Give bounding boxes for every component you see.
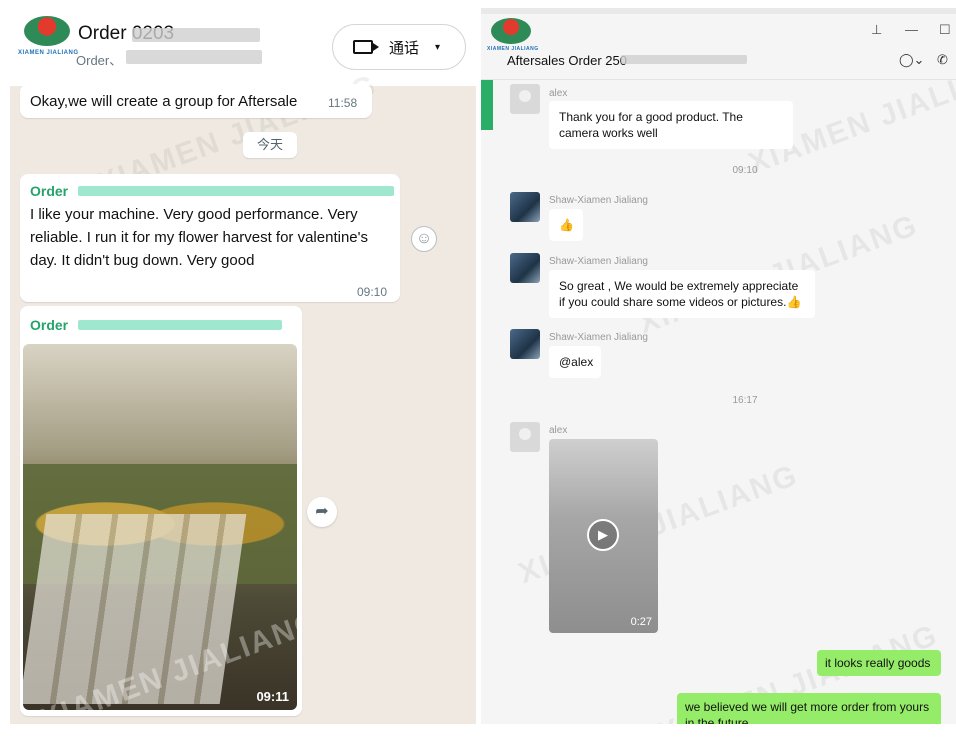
sender-name: Shaw-Xiamen Jialiang <box>549 256 648 267</box>
date-chip: 今天 <box>243 132 297 158</box>
avatar[interactable] <box>510 192 540 222</box>
chat-header: XIAMEN JIALIANG Order 0203 Order、 通话 ▾ <box>10 8 476 86</box>
chat-title-prefix: Order <box>78 23 127 44</box>
whatsapp-chat-panel: XIAMEN JIALIANG Order 0203 Order、 通话 ▾ X… <box>10 8 476 724</box>
my-message-bubble[interactable]: it looks really goods <box>817 650 941 676</box>
play-icon[interactable]: ▶ <box>587 519 619 551</box>
time-divider: 09:10 <box>732 165 758 176</box>
company-logo-text: XIAMEN JIALIANG <box>18 50 79 56</box>
sender-name: Shaw-Xiamen Jialiang <box>549 195 648 206</box>
company-logo <box>491 18 531 44</box>
sender-name: alex <box>549 425 568 436</box>
message-bubble[interactable]: Thank you for a good product. The camera… <box>549 101 793 149</box>
avatar[interactable] <box>510 422 540 452</box>
time-divider: 16:17 <box>732 395 758 406</box>
call-button-label: 通话 <box>389 39 420 57</box>
sender-name: alex <box>549 88 568 99</box>
call-button[interactable]: 通话 ▾ <box>332 24 466 70</box>
company-logo <box>24 16 70 46</box>
photo-time: 09:11 <box>256 689 289 704</box>
chat-options-icon[interactable]: ◯⌄ <box>899 52 924 68</box>
redacted-subtitle <box>126 50 262 64</box>
forward-icon[interactable]: ➦ <box>307 497 337 527</box>
sender-name: Shaw-Xiamen Jialiang <box>549 332 648 343</box>
video-message[interactable]: ▶ 0:27 <box>549 439 658 633</box>
message-bubble[interactable]: So great , We would be extremely appreci… <box>549 270 815 318</box>
redacted-sender <box>78 186 394 196</box>
wechat-chat-panel: XIAMEN JIALIANG Aftersales Order 250 ⊥ —… <box>481 8 956 724</box>
chevron-down-icon: ▾ <box>435 41 441 53</box>
avatar[interactable] <box>510 329 540 359</box>
message-time: 09:10 <box>357 285 388 299</box>
chat-header: XIAMEN JIALIANG Aftersales Order 250 ⊥ —… <box>481 8 956 80</box>
my-message-bubble[interactable]: we believed we will get more order from … <box>677 693 941 724</box>
avatar[interactable] <box>510 253 540 283</box>
message-sender: Order <box>30 183 69 199</box>
message-text: I like your machine. Very good performan… <box>30 206 368 269</box>
redacted-title <box>621 55 747 64</box>
minimize-icon[interactable]: — <box>905 22 918 37</box>
maximize-icon[interactable]: ☐ <box>939 22 951 38</box>
redacted-title <box>132 28 260 42</box>
emoji-reaction-icon[interactable]: ☺ <box>411 226 437 252</box>
redacted-sender <box>78 320 282 330</box>
message-time: 11:58 <box>328 96 358 110</box>
pin-icon[interactable]: ⊥ <box>871 22 882 38</box>
message-bubble[interactable]: Order I like your machine. Very good per… <box>20 174 400 302</box>
phone-icon[interactable]: ✆ <box>937 52 948 68</box>
chat-title[interactable]: Aftersales Order 250 <box>507 53 627 68</box>
window-top-bar <box>481 8 956 14</box>
company-logo-text: XIAMEN JIALIANG <box>487 46 539 52</box>
flower-storage-photo[interactable]: XIAMEN JIALIANG 09:11 <box>23 344 297 710</box>
message-sender: Order <box>30 317 69 333</box>
video-camera-icon <box>353 40 379 54</box>
sidebar-accent <box>481 80 493 130</box>
message-bubble[interactable]: @alex <box>549 346 601 378</box>
message-text: Okay,we will create a group for Aftersal… <box>30 93 298 110</box>
photo-buckets <box>23 514 247 704</box>
message-bubble[interactable]: 👍 <box>549 209 583 241</box>
video-duration: 0:27 <box>630 616 652 628</box>
avatar[interactable] <box>510 84 540 114</box>
chat-subtitle: Order、 <box>76 53 123 68</box>
message-bubble[interactable]: Okay,we will create a group for Aftersal… <box>20 84 372 118</box>
